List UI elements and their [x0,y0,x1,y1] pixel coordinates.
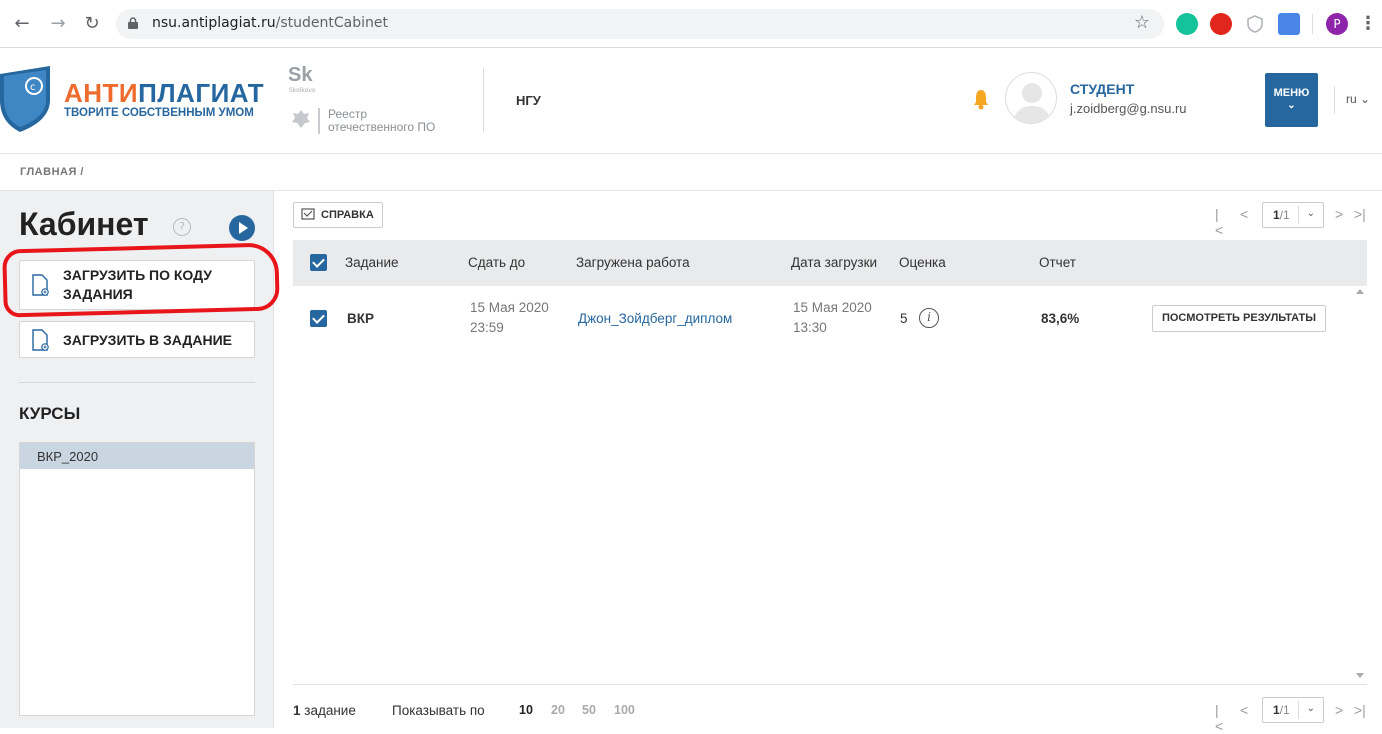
table-scrollbar[interactable] [1353,286,1367,684]
column-uploaded-work[interactable]: Загружена работа [576,255,690,270]
uploaded-work-link[interactable]: Джон_Зойдберг_диплом [578,309,732,329]
chevron-down-icon: ⌄ [1287,100,1296,111]
help-doc-icon [301,208,315,220]
adblock-icon[interactable] [1210,13,1232,35]
user-email: j.zoidberg@g.nsu.ru [1070,101,1187,116]
upload-to-task-button[interactable]: ЗАГРУЗИТЬ В ЗАДАНИЕ [19,321,255,358]
first-page-icon[interactable]: |< [1215,702,1223,734]
help-button[interactable]: СПРАВКА [293,202,383,228]
info-icon[interactable]: i [919,308,939,328]
table-header: Задание Сдать до Загружена работа Дата з… [293,240,1367,286]
grammarly-icon[interactable] [1176,13,1198,35]
registry-label: Реестр отечественного ПО [318,108,435,134]
task-count: 1 задание [293,703,356,718]
chevron-down-icon: ⌄ [1306,208,1315,219]
toolbar-divider [1312,14,1313,34]
page-select[interactable]: 1/1 ⌄ [1262,202,1324,228]
column-grade[interactable]: Оценка [899,255,946,270]
first-page-icon[interactable]: |< [1215,206,1223,238]
next-page-icon[interactable]: > [1335,206,1343,222]
next-page-icon[interactable]: > [1335,702,1343,718]
column-upload-date[interactable]: Дата загрузки [791,255,877,270]
report-percent: 83,6% [1041,311,1080,326]
per-page-50[interactable]: 50 [582,703,596,717]
user-avatar[interactable] [1005,72,1057,124]
column-task[interactable]: Задание [345,255,399,270]
chevron-down-icon: ⌄ [1360,92,1371,106]
address-bar[interactable]: nsu.antiplagiat.ru/studentCabinet ☆ [116,9,1164,39]
breadcrumb[interactable]: ГЛАВНАЯ / [20,166,84,178]
prev-page-icon[interactable]: < [1240,702,1248,718]
notification-bell-icon[interactable] [972,88,990,110]
last-page-icon[interactable]: >| [1354,206,1366,222]
reload-icon[interactable]: ↻ [80,12,104,36]
browser-menu-icon[interactable]: ⋮ [1356,12,1380,36]
russia-emblem-icon [292,110,310,128]
profile-avatar[interactable]: P [1326,13,1348,35]
page-select[interactable]: 1/1 ⌄ [1262,697,1324,723]
column-due[interactable]: Сдать до [468,255,525,270]
organization-name: НГУ [516,93,541,108]
courses-list: ВКР_2020 [19,442,255,716]
brand-slogan: ТВОРИТЕ СОБСТВЕННЫМ УМОМ [64,107,254,119]
scroll-down-icon[interactable] [1356,673,1364,678]
per-page-label: Показывать по [392,703,485,718]
prev-page-icon[interactable]: < [1240,206,1248,222]
row-checkbox[interactable] [310,310,327,327]
grade-value: 5 [900,311,908,326]
column-report[interactable]: Отчет [1039,255,1076,270]
upload-date: 15 Мая 2020 13:30 [793,300,872,335]
lock-icon [128,17,138,29]
document-add-icon [32,329,49,351]
back-arrow-icon[interactable]: ← [10,12,34,36]
antiplagiat-logo-icon[interactable]: c [0,66,50,132]
help-question-icon[interactable]: ? [173,218,191,236]
scroll-up-icon[interactable] [1356,289,1364,294]
url-text: nsu.antiplagiat.ru/studentCabinet [152,15,388,31]
page-title: Кабинет [19,206,149,242]
footer-divider [293,684,1367,685]
select-all-checkbox[interactable] [310,254,327,271]
due-date: 15 Мая 2020 23:59 [470,300,549,335]
browser-toolbar: ← → ↻ nsu.antiplagiat.ru/studentCabinet … [0,0,1382,48]
brand-name[interactable]: АНТИПЛАГИАТ [64,78,264,109]
user-role[interactable]: СТУДЕНТ [1070,81,1134,97]
sidebar-divider [19,382,255,383]
breadcrumb-bar: ГЛАВНАЯ / [0,154,1382,191]
svg-text:c: c [30,82,36,93]
chevron-down-icon: ⌄ [1306,703,1315,714]
per-page-100[interactable]: 100 [614,703,635,717]
header-divider [483,68,484,132]
course-item[interactable]: ВКР_2020 [20,443,254,469]
forward-arrow-icon[interactable]: → [46,12,70,36]
courses-heading: КУРСЫ [19,404,81,423]
task-name[interactable]: ВКР [347,309,374,329]
skolkovo-logo: Sk [288,64,313,86]
translate-icon[interactable] [1278,13,1300,35]
skolkovo-caption: Skolkovo [289,87,316,94]
menu-button[interactable]: МЕНЮ ⌄ [1265,73,1318,127]
per-page-20[interactable]: 20 [551,703,565,717]
play-video-icon[interactable] [229,215,255,241]
site-header: c АНТИПЛАГИАТ ТВОРИТЕ СОБСТВЕННЫМ УМОМ S… [0,48,1382,154]
last-page-icon[interactable]: >| [1354,702,1366,718]
bookmark-star-icon[interactable]: ☆ [1134,12,1150,33]
per-page-10[interactable]: 10 [519,703,533,717]
lang-divider [1334,86,1335,114]
view-results-button[interactable]: ПОСМОТРЕТЬ РЕЗУЛЬТАТЫ [1152,305,1326,332]
shield-ext-icon[interactable] [1244,13,1266,35]
language-selector[interactable]: ru ⌄ [1346,92,1370,106]
highlight-annotation [2,242,280,318]
